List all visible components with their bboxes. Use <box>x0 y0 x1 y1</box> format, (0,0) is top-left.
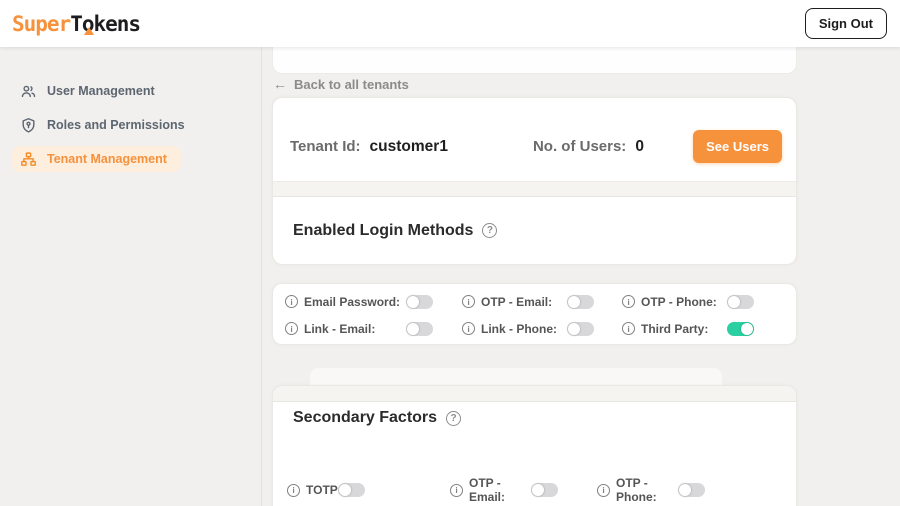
toggle-knob <box>728 296 740 308</box>
tenant-id-field: Tenant Id: customer1 <box>290 138 448 156</box>
back-link-label: Back to all tenants <box>294 77 409 92</box>
back-arrow-icon <box>273 76 287 92</box>
supertokens-logo: SuperTokens <box>12 12 140 36</box>
see-users-button[interactable]: See Users <box>693 130 782 163</box>
otp-email-toggle[interactable] <box>567 295 594 309</box>
enabled-login-methods-title: Enabled Login Methods <box>293 222 473 240</box>
link-email-toggle[interactable] <box>406 322 433 336</box>
toggle-knob <box>407 323 419 335</box>
tenant-id-value: customer1 <box>370 138 448 156</box>
tenant-info-row: Tenant Id: customer1 No. of Users: 0 See… <box>273 98 796 182</box>
login-methods-toggle-card: Email Password: OTP - Email: OTP - Phone… <box>272 283 797 345</box>
toggle-item-email-password: Email Password: <box>285 295 462 309</box>
sign-out-button[interactable]: Sign Out <box>805 8 887 39</box>
user-count-value: 0 <box>635 138 644 156</box>
otp-email-secondary-toggle[interactable] <box>531 483 558 497</box>
toggle-label: TOTP: <box>306 483 338 497</box>
toggle-item-link-phone: Link - Phone: <box>462 322 622 336</box>
info-circle-icon[interactable] <box>450 484 463 497</box>
logo-super-text: Super <box>12 12 70 36</box>
toggle-label: Link - Email: <box>304 322 406 336</box>
back-to-all-tenants-link[interactable]: Back to all tenants <box>273 76 409 92</box>
info-circle-icon[interactable] <box>622 295 635 308</box>
secondary-factors-card: Secondary Factors TOTP: OTP - Email: <box>272 385 797 506</box>
tenant-detail-card: Tenant Id: customer1 No. of Users: 0 See… <box>272 97 797 265</box>
toggle-item-third-party: Third Party: <box>622 322 796 336</box>
scrolled-card-edge <box>310 368 722 386</box>
sidebar-item-label: User Management <box>47 84 155 98</box>
info-circle-icon[interactable] <box>287 484 300 497</box>
scrolled-card-edge <box>272 47 797 74</box>
info-circle-icon[interactable] <box>285 295 298 308</box>
toggle-item-otp-phone-secondary: OTP - Phone: <box>597 476 705 504</box>
info-circle-icon[interactable] <box>462 322 475 335</box>
toggle-item-totp: TOTP: <box>287 483 450 497</box>
toggle-label: Link - Phone: <box>481 322 567 336</box>
toggle-item-otp-email: OTP - Email: <box>462 295 622 309</box>
user-count-field: No. of Users: 0 <box>533 138 644 156</box>
toggle-label: OTP - Email: <box>469 476 531 504</box>
sidebar-item-user-management[interactable]: User Management <box>12 78 169 104</box>
shield-key-icon <box>20 117 37 134</box>
toggle-knob <box>741 323 753 335</box>
sitemap-icon <box>20 151 37 168</box>
logo-tokens-text: Tokens <box>70 12 140 36</box>
enabled-login-methods-header: Enabled Login Methods <box>273 196 796 264</box>
secondary-factors-toggle-row: TOTP: OTP - Email: OTP - Phone: <box>287 476 705 504</box>
info-circle-icon[interactable] <box>622 322 635 335</box>
supertokens-dashboard: SuperTokens Sign Out User Management Rol… <box>0 0 900 506</box>
otp-phone-secondary-toggle[interactable] <box>678 483 705 497</box>
toggle-knob <box>532 484 544 496</box>
toggle-knob <box>568 296 580 308</box>
toggle-knob <box>679 484 691 496</box>
sidebar-item-label: Roles and Permissions <box>47 118 185 132</box>
toggle-label: Third Party: <box>641 322 727 336</box>
info-circle-icon[interactable] <box>285 322 298 335</box>
top-header: SuperTokens Sign Out <box>0 0 900 47</box>
sidebar-item-tenant-management[interactable]: Tenant Management <box>12 146 181 172</box>
toggle-label: OTP - Phone: <box>616 476 678 504</box>
toggle-label: OTP - Phone: <box>641 295 727 309</box>
toggle-knob <box>339 484 351 496</box>
toggle-knob <box>568 323 580 335</box>
secondary-factors-title: Secondary Factors <box>293 409 437 427</box>
toggle-item-otp-email-secondary: OTP - Email: <box>450 476 597 504</box>
secondary-factors-header: Secondary Factors <box>273 402 796 427</box>
sidebar: User Management Roles and Permissions Te… <box>0 47 262 506</box>
user-count-label: No. of Users: <box>533 138 626 155</box>
email-password-toggle[interactable] <box>406 295 433 309</box>
toggle-knob <box>407 296 419 308</box>
totp-toggle[interactable] <box>338 483 365 497</box>
toggle-label: OTP - Email: <box>481 295 567 309</box>
third-party-toggle[interactable] <box>727 322 754 336</box>
info-circle-icon[interactable] <box>462 295 475 308</box>
question-circle-icon[interactable] <box>446 411 461 426</box>
question-circle-icon[interactable] <box>482 223 497 238</box>
info-circle-icon[interactable] <box>597 484 610 497</box>
toggle-item-otp-phone: OTP - Phone: <box>622 295 796 309</box>
sidebar-item-roles-permissions[interactable]: Roles and Permissions <box>12 112 199 138</box>
sidebar-item-label: Tenant Management <box>47 152 167 166</box>
users-icon <box>20 83 37 100</box>
otp-phone-toggle[interactable] <box>727 295 754 309</box>
toggle-item-link-email: Link - Email: <box>285 322 462 336</box>
link-phone-toggle[interactable] <box>567 322 594 336</box>
toggle-label: Email Password: <box>304 295 406 309</box>
tenant-id-label: Tenant Id: <box>290 138 361 155</box>
main-content: Back to all tenants Tenant Id: customer1… <box>272 47 797 506</box>
